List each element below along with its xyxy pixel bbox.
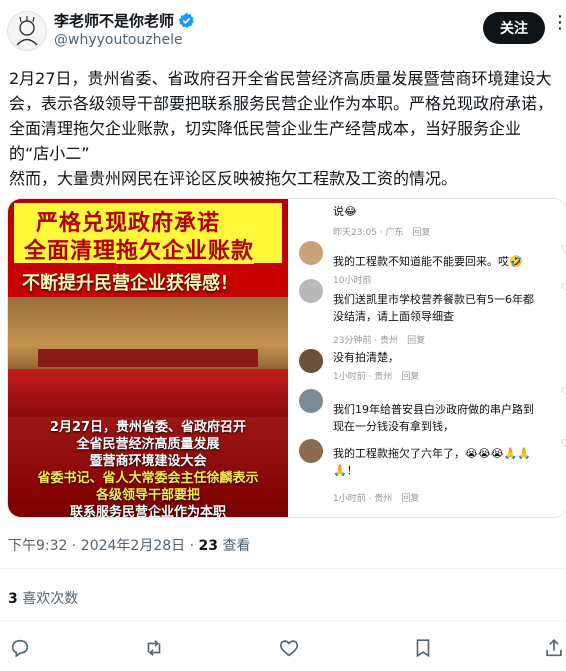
comment-text: 我的工程款拖欠了六年了，😭😭😭🙏🙏🙏！	[333, 447, 531, 477]
comment-text: 我的工程款不知道能不能要回来。哎🤣	[333, 255, 523, 268]
views-label: 查看	[222, 538, 251, 554]
likes-stat[interactable]: 3 喜欢次数	[8, 588, 78, 608]
tweet-text: 2月27日，贵州省委、省政府召开全省民营经济高质量发展暨营商环境建设大会，表示各…	[9, 69, 554, 188]
tweet-text-block: 2月27日，贵州省委、省政府召开全省民营经济高质量发展暨营商环境建设大会，表示各…	[9, 66, 561, 191]
share-icon[interactable]	[543, 637, 565, 659]
divider	[0, 620, 566, 621]
banner-line2: 全面清理拖欠企业账款	[24, 233, 255, 265]
comment-like-icon: ♡	[561, 243, 566, 256]
views-count: 23	[198, 538, 218, 554]
tweet-meta: 下午9:32 · 2024年2月28日 · 23 查看	[8, 538, 251, 554]
commenter-avatar	[299, 439, 323, 463]
commenter-avatar	[299, 349, 323, 373]
author-name[interactable]: 李老师不是你老师	[54, 10, 174, 31]
comment-meta: 1小时前 · 贵州 回复	[333, 494, 420, 504]
caption-line5: 各级领导干部要把	[95, 488, 200, 503]
caption-line6: 联系服务民营企业作为本职	[69, 505, 226, 517]
comment-text: 没有拍清楚，	[333, 351, 399, 364]
caption-line4: 省委书记、省人大常委会主任徐麟表示	[37, 471, 259, 486]
image-caption: 2月27日，贵州省委、省政府召开 全省民营经济高质量发展 暨营商环境建设大会 省…	[18, 419, 278, 517]
likes-count: 3	[8, 591, 18, 607]
comment-text: 说😂	[333, 205, 357, 218]
comment-like-icon: ♡	[561, 385, 566, 398]
media-image-right[interactable]: 说😂 昨天23:05 · 广东 回复 我的工程款不知道能不能要回来。哎🤣 10小…	[293, 199, 566, 517]
commenter-avatar	[299, 279, 323, 303]
banner-line3: 不断提升民营企业获得感！	[22, 273, 238, 294]
avatar[interactable]	[7, 11, 47, 51]
comment-like-icon: ♡	[561, 437, 566, 450]
tweet-timestamp[interactable]: 下午9:32 · 2024年2月28日	[8, 538, 185, 554]
banner-line2-a: 全面清理	[24, 239, 117, 264]
likes-label: 喜欢次数	[22, 591, 79, 607]
caption-line3: 暨营商环境建设大会	[89, 454, 207, 469]
comment-meta: 10小时前	[333, 276, 372, 286]
verified-badge-icon	[178, 12, 195, 29]
comment-text: 我们送凯里市学校营养餐款已有5一6年都没结清，请上面领导细查	[333, 293, 534, 323]
commenter-avatar	[299, 389, 323, 413]
tweet-media[interactable]: 严格兑现政府承诺 全面清理拖欠企业账款 不断提升民营企业获得感！ 2月27日，贵…	[7, 198, 566, 518]
caption-line1: 2月27日，贵州省委、省政府召开	[49, 420, 247, 435]
retweet-icon[interactable]	[143, 637, 165, 659]
meeting-stage	[8, 369, 288, 417]
banner-line2-b: 拖欠企业账款	[116, 239, 255, 264]
comment-like-icon: ♡	[561, 281, 566, 294]
author-name-row[interactable]: 李老师不是你老师	[54, 10, 195, 31]
reply-icon[interactable]	[9, 637, 31, 659]
like-icon[interactable]	[278, 637, 300, 659]
comment-meta: 23分钟前 · 贵州 回复	[333, 336, 426, 346]
comment-meta: 昨天23:05 · 广东 回复	[333, 228, 431, 238]
media-image-left[interactable]: 严格兑现政府承诺 全面清理拖欠企业账款 不断提升民营企业获得感！ 2月27日，贵…	[8, 199, 288, 517]
comment-text: 我们19年给普安县白沙政府做的串户路到现在一分钱没有拿到钱，	[333, 403, 534, 433]
follow-button[interactable]: 关注	[483, 12, 545, 44]
more-options-icon[interactable]: ⋮	[551, 14, 566, 38]
divider	[0, 568, 566, 569]
commenter-avatar	[299, 241, 323, 265]
bookmark-icon[interactable]	[412, 637, 434, 659]
comment-meta: 1小时前 · 贵州 回复	[333, 372, 420, 382]
author-handle[interactable]: @whyyoutouzhele	[54, 32, 183, 48]
caption-line2: 全省民营经济高质量发展	[76, 437, 220, 452]
